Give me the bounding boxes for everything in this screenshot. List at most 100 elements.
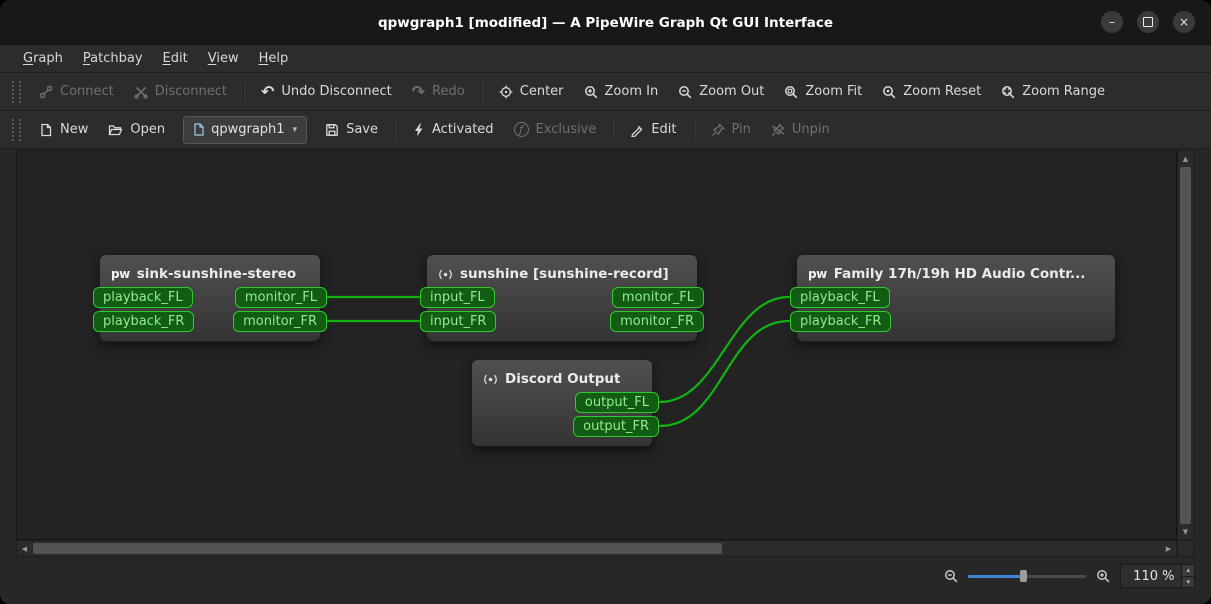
edit-icon [630,123,644,137]
redo-icon: ↷ [411,81,426,101]
node-discord-output[interactable]: Discord Output output_FL output_FR [471,359,659,447]
menubar: Graph Patchbay Edit View Help [0,45,1211,73]
zoom-fit-icon [784,85,798,99]
horizontal-scrollbar[interactable]: ◀ ▶ [16,540,1177,557]
save-button[interactable]: Save [315,115,388,145]
zoom-slider[interactable] [968,568,1087,584]
exclusive-button[interactable]: ƒ Exclusive [504,115,607,145]
open-folder-icon [108,123,123,137]
maximize-button[interactable] [1137,11,1159,33]
port-playback-fl[interactable]: playback_FL [93,287,193,308]
zoom-reset-icon [882,85,896,99]
app-window: qpwgraph1 [modified] — A PipeWire Graph … [0,0,1211,604]
zoom-slider-fill [968,575,1023,578]
zoom-out-icon [678,85,692,99]
undo-disconnect-button[interactable]: ↶ Undo Disconnect [251,77,402,107]
statusbar: 110 % ▴ ▾ [0,557,1211,604]
toolbar-drag-handle[interactable] [12,118,21,141]
scroll-down-arrow[interactable]: ▼ [1178,524,1193,539]
new-file-icon [39,123,53,137]
zoom-in-icon[interactable] [1096,569,1110,583]
chevron-down-icon: ▾ [292,124,298,135]
zoom-out-button[interactable]: Zoom Out [668,77,774,107]
zoom-out-icon[interactable] [944,569,958,583]
disconnect-icon [134,85,148,99]
titlebar[interactable]: qpwgraph1 [modified] — A PipeWire Graph … [0,0,1211,45]
pipewire-icon: pw [111,267,130,281]
audio-app-icon [438,267,453,282]
zoom-value[interactable]: 110 % [1121,565,1181,587]
open-button[interactable]: Open [98,115,175,145]
node-header: pw sink-sunshine-stereo [100,261,320,287]
zoom-in-icon [584,85,598,99]
zoom-range-button[interactable]: Zoom Range [991,77,1115,107]
maximize-icon [1143,17,1153,27]
minimize-button[interactable]: – [1101,11,1123,33]
zoom-slider-handle[interactable] [1020,570,1028,582]
pin-button[interactable]: Pin [701,115,761,145]
node-header: sunshine [sunshine-record] [427,261,697,287]
zoom-fit-button[interactable]: Zoom Fit [774,77,872,107]
scroll-left-arrow[interactable]: ◀ [17,541,32,556]
toolbar-separator [480,80,483,103]
node-sink-sunshine-stereo[interactable]: pw sink-sunshine-stereo playback_FL play… [93,254,327,342]
node-title: sunshine [sunshine-record] [460,266,669,282]
port-output-fl[interactable]: output_FL [574,392,659,413]
toolbar-separator [394,118,397,141]
scroll-up-arrow[interactable]: ▲ [1178,151,1193,166]
node-header: pw Family 17h/19h HD Audio Contr... [797,261,1115,287]
connection-wires [326,295,791,428]
vertical-scrollbar-thumb[interactable] [1180,167,1191,524]
minimize-icon: – [1109,15,1115,29]
toolbar-drag-handle[interactable] [12,80,21,103]
connect-icon [39,85,53,99]
connect-button[interactable]: Connect [29,77,124,107]
port-monitor-fl[interactable]: monitor_FL [234,287,327,308]
zoom-reset-button[interactable]: Zoom Reset [872,77,991,107]
patchbay-file-icon [193,123,205,136]
port-playback-fr[interactable]: playback_FR [790,311,892,332]
menu-help[interactable]: Help [250,48,298,69]
new-button[interactable]: New [29,115,98,145]
undo-icon: ↶ [260,81,275,101]
center-button[interactable]: Center [489,77,574,107]
node-title: sink-sunshine-stereo [136,266,297,282]
port-monitor-fl[interactable]: monitor_FL [611,287,704,308]
close-button[interactable]: × [1173,11,1195,33]
menu-edit[interactable]: Edit [154,48,197,69]
edit-button[interactable]: Edit [620,115,686,145]
activated-icon [412,123,425,137]
pin-icon [711,122,725,137]
port-input-fl[interactable]: input_FL [420,287,495,308]
disconnect-button[interactable]: Disconnect [124,77,237,107]
unpin-icon [771,122,785,137]
vertical-scrollbar[interactable]: ▲ ▼ [1177,150,1194,540]
port-input-fr[interactable]: input_FR [420,311,497,332]
graph-toolbar: Connect Disconnect ↶ Undo Disconnect ↷ R… [0,73,1211,111]
zoom-spinbox[interactable]: 110 % ▴ ▾ [1120,564,1195,588]
spin-up-button[interactable]: ▴ [1182,565,1194,577]
menu-graph[interactable]: Graph [14,48,72,69]
exclusive-icon: ƒ [513,122,529,137]
port-playback-fr[interactable]: playback_FR [93,311,195,332]
horizontal-scrollbar-thumb[interactable] [33,543,722,554]
port-monitor-fr[interactable]: monitor_FR [610,311,704,332]
port-playback-fl[interactable]: playback_FL [790,287,890,308]
zoom-in-button[interactable]: Zoom In [574,77,669,107]
menu-patchbay[interactable]: Patchbay [74,48,152,69]
port-output-fr[interactable]: output_FR [573,416,659,437]
menu-view[interactable]: View [199,48,248,69]
patchbay-combo-value: qpwgraph1 [211,122,285,137]
patchbay-combo[interactable]: qpwgraph1 ▾ [183,115,308,144]
scroll-right-arrow[interactable]: ▶ [1161,541,1176,556]
redo-button[interactable]: ↷ Redo [402,77,475,107]
unpin-button[interactable]: Unpin [761,115,840,145]
save-icon [325,123,339,137]
port-monitor-fr[interactable]: monitor_FR [233,311,327,332]
node-family-hd-audio[interactable]: pw Family 17h/19h HD Audio Contr... play… [790,254,1116,342]
node-sunshine-record[interactable]: sunshine [sunshine-record] input_FL inpu… [420,254,704,342]
graph-canvas[interactable]: pw sink-sunshine-stereo playback_FL play… [16,150,1177,540]
spin-down-button[interactable]: ▾ [1182,576,1194,587]
zoom-range-icon [1001,85,1015,99]
activated-button[interactable]: Activated [402,115,504,145]
